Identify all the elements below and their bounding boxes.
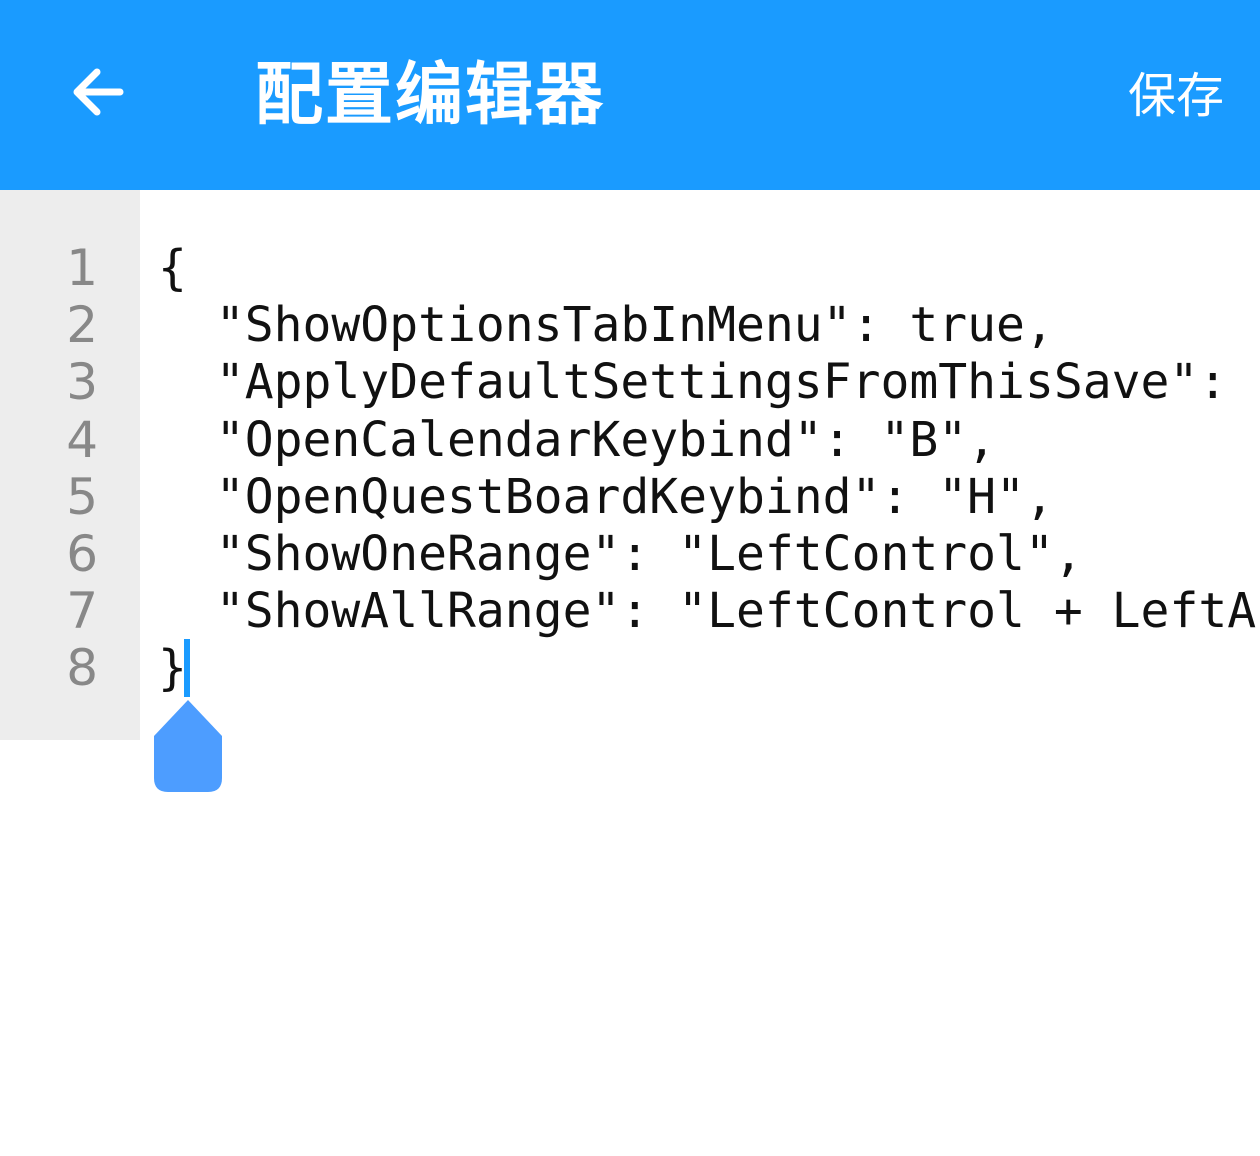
code-line[interactable]: } [158, 640, 1260, 697]
line-number: 6 [66, 524, 98, 583]
config-editor-screen: 配置编辑器 保存 1 2 3 4 5 6 7 8 { "ShowOptionsT… [0, 0, 1260, 1156]
code-line[interactable]: "ShowOneRange": "LeftControl", [158, 526, 1260, 583]
text-cursor-handle-icon[interactable] [152, 700, 224, 792]
code-editor-text-area[interactable]: { "ShowOptionsTabInMenu": true, "ApplyDe… [158, 240, 1260, 698]
line-number: 3 [66, 353, 98, 412]
line-number: 5 [66, 467, 98, 526]
text-cursor [184, 639, 190, 697]
save-button[interactable]: 保存 [1128, 58, 1224, 134]
code-line[interactable]: "ShowOptionsTabInMenu": true, [158, 297, 1260, 354]
line-number: 4 [66, 410, 98, 469]
app-top-bar: 配置编辑器 保存 [0, 0, 1260, 190]
code-line[interactable]: "ShowAllRange": "LeftControl + LeftA [158, 583, 1260, 640]
cursor-handle-shape [154, 700, 222, 792]
code-line[interactable]: "OpenQuestBoardKeybind": "H", [158, 469, 1260, 526]
code-line[interactable]: { [158, 240, 1260, 297]
line-number-list: 1 2 3 4 5 6 7 8 [0, 239, 140, 698]
line-number: 8 [66, 639, 98, 698]
arrow-left-icon [73, 68, 124, 116]
code-line[interactable]: "ApplyDefaultSettingsFromThisSave": [158, 354, 1260, 411]
code-line[interactable]: "OpenCalendarKeybind": "B", [158, 412, 1260, 469]
line-number: 7 [66, 582, 98, 641]
page-title: 配置编辑器 [255, 56, 606, 135]
line-number: 1 [66, 239, 98, 297]
line-number: 2 [66, 296, 98, 355]
back-button[interactable] [58, 52, 138, 132]
